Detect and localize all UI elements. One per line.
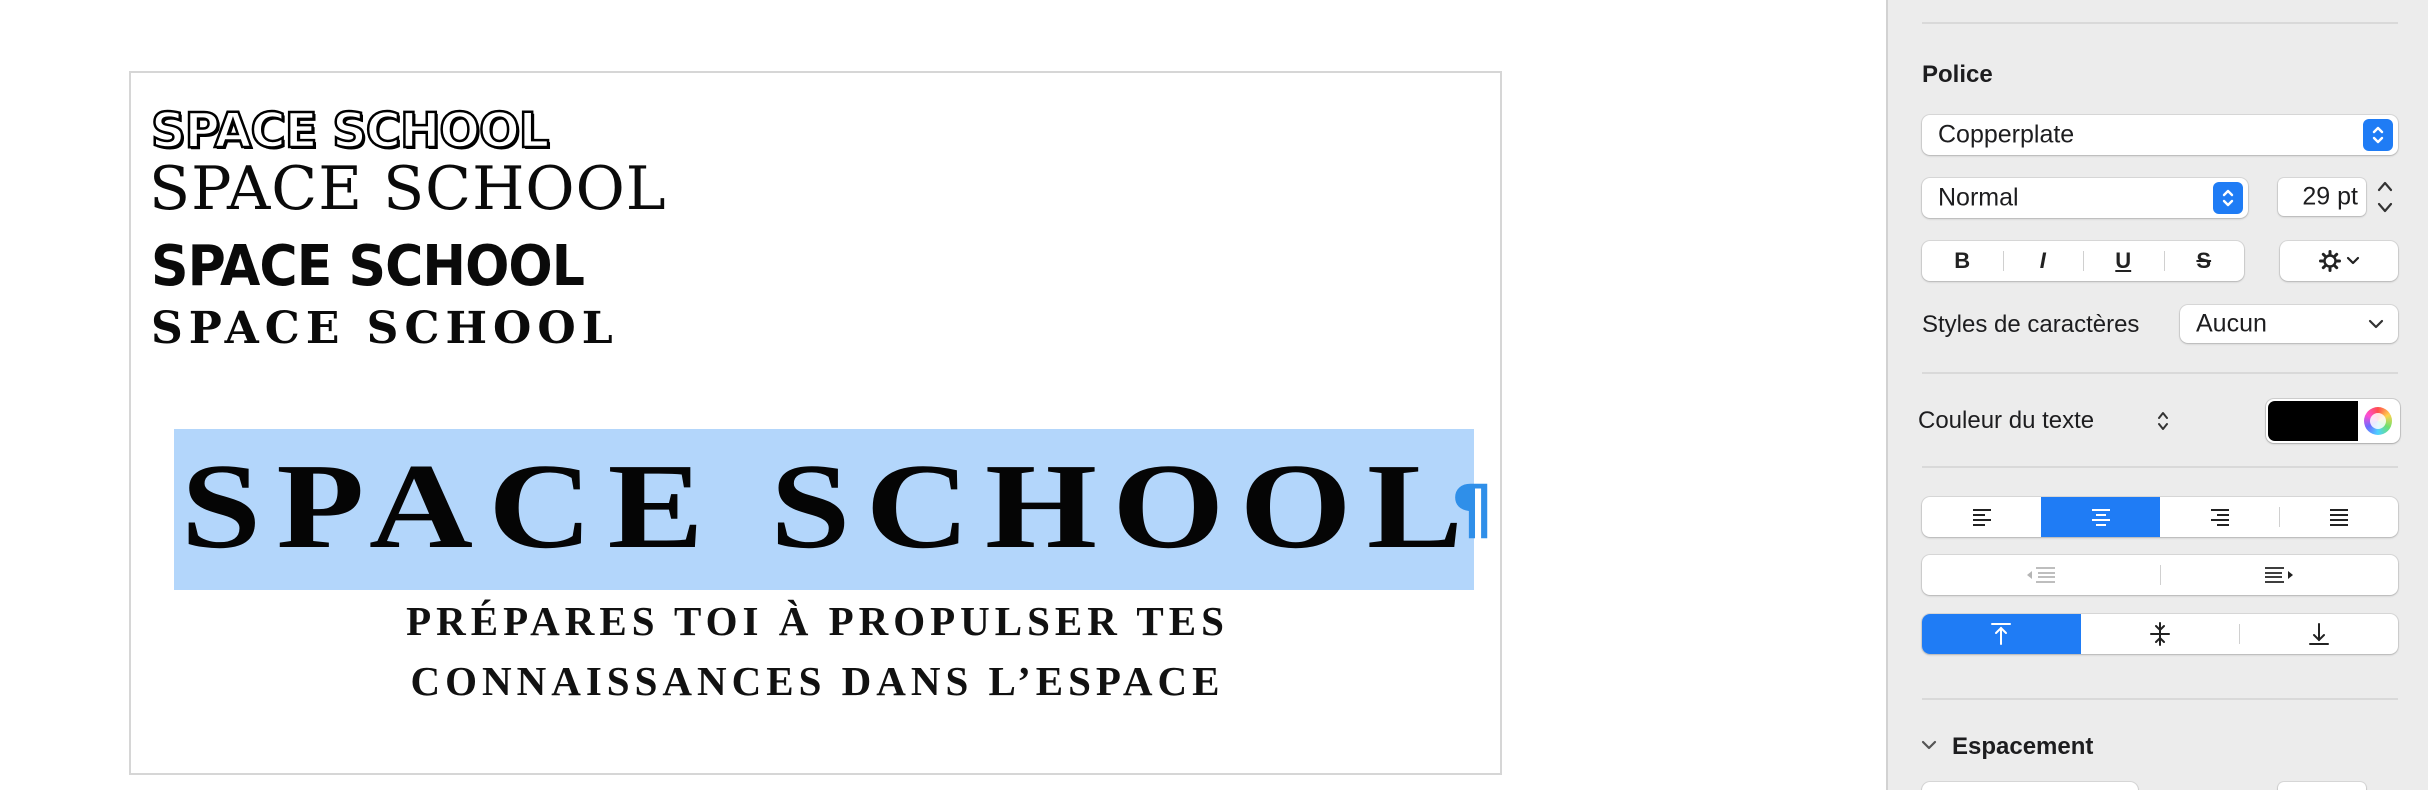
divider — [1922, 466, 2398, 468]
align-left-icon — [1972, 509, 1991, 526]
font-family-value: Copperplate — [1938, 120, 2075, 149]
vertical-alignment-segmented — [1922, 614, 2398, 654]
sample-text-3[interactable]: SPACE SCHOOL — [151, 239, 585, 295]
align-justify-button[interactable] — [2279, 497, 2398, 537]
text-color-well[interactable] — [2266, 399, 2400, 443]
selected-title-text[interactable]: SPACE SCHOOL — [181, 446, 1478, 568]
advanced-options-button[interactable] — [2280, 241, 2398, 281]
bold-label: B — [1954, 248, 1971, 273]
font-size-value: 29 pt — [2302, 182, 2358, 211]
italic-button[interactable]: I — [2002, 241, 2084, 281]
strikethrough-label: S — [2196, 248, 2212, 273]
spacing-section-label[interactable]: Espacement — [1952, 735, 2093, 759]
chevron-down-icon — [2346, 256, 2360, 265]
character-styles-label: Styles de caractères — [1922, 311, 2140, 338]
color-swatch[interactable] — [2268, 401, 2358, 441]
align-center-button[interactable] — [2041, 497, 2160, 537]
gear-icon — [2319, 250, 2341, 272]
subtitle-line-1[interactable]: PRÉPARES TOI À PROPULSER TES — [131, 601, 1504, 642]
align-bottom-button[interactable] — [2239, 614, 2398, 654]
popup-arrows-icon — [2213, 182, 2243, 214]
spacing-popup[interactable] — [1922, 782, 2138, 790]
subtitle-line-2[interactable]: CONNAISSANCES DANS L’ESPACE — [131, 661, 1504, 702]
align-right-icon — [2210, 509, 2229, 526]
divider — [1922, 698, 2398, 700]
font-size-field[interactable]: 29 pt — [2278, 178, 2366, 216]
sample-text-4[interactable]: SPACE SCHOOL — [151, 307, 619, 351]
text-style-segmented: B I U S — [1922, 241, 2244, 281]
decrease-indent-icon — [2027, 567, 2055, 583]
increase-indent-icon — [2265, 567, 2293, 583]
italic-label: I — [2039, 248, 2046, 273]
indent-segmented — [1922, 555, 2398, 595]
sample-text-2[interactable]: SPACE SCHOOL — [149, 159, 667, 219]
font-family-popup[interactable]: Copperplate — [1922, 115, 2398, 155]
paragraph-mark: ¶ — [1451, 471, 1493, 548]
document-canvas[interactable]: SPACE SCHOOL SPACE SCHOOL SPACE SCHOOL S… — [0, 0, 1886, 790]
align-middle-button[interactable] — [2081, 614, 2240, 654]
divider — [1922, 372, 2398, 374]
popup-arrows-icon — [2363, 119, 2393, 151]
color-wheel-icon[interactable] — [2364, 407, 2392, 435]
decrease-indent-button[interactable] — [1922, 555, 2160, 595]
updown-chevron-icon[interactable] — [2156, 409, 2170, 433]
align-top-icon — [1991, 623, 2012, 645]
character-styles-value: Aucun — [2196, 309, 2267, 338]
format-inspector: Police Copperplate Normal 29 pt B I U S — [1886, 0, 2428, 790]
sample-text-1[interactable]: SPACE SCHOOL — [150, 106, 551, 157]
divider — [1922, 22, 2398, 24]
text-color-label[interactable]: Couleur du texte — [1918, 409, 2094, 433]
align-right-button[interactable] — [2160, 497, 2279, 537]
alignment-segmented — [1922, 497, 2398, 537]
chevron-down-icon — [2368, 319, 2384, 329]
font-size-stepper[interactable] — [2374, 175, 2396, 219]
typeface-value: Normal — [1938, 183, 2019, 212]
underline-button[interactable]: U — [2083, 241, 2164, 281]
align-bottom-icon — [2308, 623, 2329, 645]
underline-label: U — [2115, 248, 2132, 273]
align-top-button[interactable] — [1922, 614, 2081, 654]
slide-page[interactable]: SPACE SCHOOL SPACE SCHOOL SPACE SCHOOL S… — [129, 71, 1502, 775]
align-left-button[interactable] — [1922, 497, 2041, 537]
align-center-icon — [2091, 509, 2110, 526]
align-middle-icon — [2150, 622, 2170, 646]
align-justify-icon — [2329, 509, 2348, 526]
increase-indent-button[interactable] — [2160, 555, 2398, 595]
bold-button[interactable]: B — [1922, 241, 2003, 281]
strikethrough-button[interactable]: S — [2163, 241, 2245, 281]
typeface-popup[interactable]: Normal — [1922, 178, 2248, 218]
character-styles-popup[interactable]: Aucun — [2180, 305, 2398, 343]
stepper-arrows-icon — [2377, 181, 2393, 213]
disclosure-chevron-icon[interactable] — [1920, 738, 1938, 752]
spacing-value-field[interactable] — [2278, 782, 2366, 790]
font-section-label: Police — [1922, 61, 1993, 88]
